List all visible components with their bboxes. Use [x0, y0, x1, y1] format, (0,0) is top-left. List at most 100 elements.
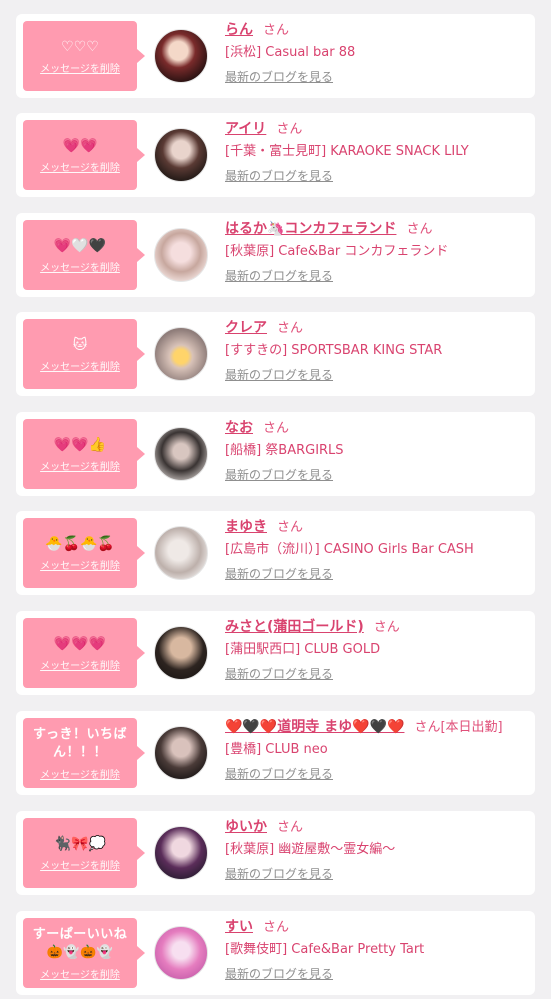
message-card: 💗💗💗 メッセージを削除 みさと(蒲田ゴールド) さん [蒲田駅西口] CLUB …: [16, 611, 535, 695]
delete-message-link[interactable]: メッセージを削除: [40, 60, 120, 75]
cast-name-link[interactable]: なお: [225, 420, 253, 436]
name-row: アイリ さん: [225, 119, 527, 139]
message-text: 🐈‍⬛🎀💭: [53, 835, 107, 852]
cast-info: まゆき さん [広島市（流川）] CASINO Girls Bar CASH 最新…: [225, 517, 527, 583]
latest-blog-link[interactable]: 最新のブログを見る: [225, 167, 333, 185]
avatar[interactable]: [154, 29, 208, 83]
latest-blog-link[interactable]: 最新のブログを見る: [225, 565, 333, 583]
message-card: すーぱーいいね🎃👻🎃👻 メッセージを削除 すい さん [歌舞伎町] Cafe&Ba…: [16, 911, 535, 995]
cast-name-link[interactable]: クレア: [225, 320, 267, 336]
message-text: 🐱: [72, 336, 88, 353]
message-bubble: すっき！いちばん！！！ メッセージを削除: [23, 718, 145, 788]
san-label: さん: [373, 620, 400, 635]
cast-info: ❤️🖤❤️道明寺 まゆ❤️🖤❤️ さん[本日出勤] [豊橋] CLUB neo 最…: [225, 717, 527, 783]
message-text: 🐣🍒🐣🍒: [45, 535, 115, 552]
message-text: 💗💗: [62, 137, 98, 154]
san-label: さん: [277, 520, 304, 535]
san-label: さん: [277, 321, 304, 336]
cast-name-link[interactable]: はるか🦄コンカフェランド: [225, 221, 396, 237]
cast-name-link[interactable]: すい: [225, 919, 253, 935]
san-label: さん: [263, 23, 290, 38]
cast-info: アイリ さん [千葉・富士見町] KARAOKE SNACK LILY 最新のブロ…: [225, 119, 527, 185]
avatar[interactable]: [154, 228, 208, 282]
name-row: ❤️🖤❤️道明寺 まゆ❤️🖤❤️ さん[本日出勤]: [225, 717, 527, 737]
latest-blog-link[interactable]: 最新のブログを見る: [225, 765, 333, 783]
delete-message-link[interactable]: メッセージを削除: [40, 766, 120, 781]
message-card: 🐱 メッセージを削除 クレア さん [すすきの] SPORTSBAR KING S…: [16, 312, 535, 396]
delete-message-link[interactable]: メッセージを削除: [40, 358, 120, 373]
shop-name: [千葉・富士見町] KARAOKE SNACK LILY: [225, 144, 469, 159]
delete-message-link[interactable]: メッセージを削除: [40, 159, 120, 174]
cast-name-link[interactable]: らん: [225, 22, 253, 38]
shop-name: [歌舞伎町] Cafe&Bar Pretty Tart: [225, 942, 425, 957]
shop-name: [広島市（流川）] CASINO Girls Bar CASH: [225, 542, 474, 557]
name-row: すい さん: [225, 917, 527, 937]
cast-name-link[interactable]: ゆいか: [225, 819, 267, 835]
message-text: すっき！いちばん！！！: [33, 726, 127, 760]
message-text: ♡♡♡: [61, 38, 99, 55]
avatar[interactable]: [154, 526, 208, 580]
name-row: ゆいか さん: [225, 817, 527, 837]
cast-name-link[interactable]: アイリ: [225, 121, 266, 137]
shop-name: [浜松] Casual bar 88: [225, 45, 356, 60]
name-row: みさと(蒲田ゴールド) さん: [225, 617, 527, 637]
avatar[interactable]: [154, 626, 208, 680]
latest-blog-link[interactable]: 最新のブログを見る: [225, 267, 333, 285]
message-text: 💗💗💗: [53, 635, 107, 652]
shop-name: [豊橋] CLUB neo: [225, 742, 328, 757]
cast-info: みさと(蒲田ゴールド) さん [蒲田駅西口] CLUB GOLD 最新のブログを見…: [225, 617, 527, 683]
latest-blog-link[interactable]: 最新のブログを見る: [225, 965, 333, 983]
message-bubble: 🐣🍒🐣🍒 メッセージを削除: [23, 518, 145, 588]
delete-message-link[interactable]: メッセージを削除: [40, 259, 120, 274]
cast-info: なお さん [船橋] 祭BARGIRLS 最新のブログを見る: [225, 418, 527, 484]
name-row: まゆき さん: [225, 517, 527, 537]
message-card: 💗💗👍 メッセージを削除 なお さん [船橋] 祭BARGIRLS 最新のブログを…: [16, 412, 535, 496]
delete-message-link[interactable]: メッセージを削除: [40, 557, 120, 572]
name-row: はるか🦄コンカフェランド さん: [225, 219, 527, 239]
message-bubble: 💗🤍🖤 メッセージを削除: [23, 220, 145, 290]
message-bubble: すーぱーいいね🎃👻🎃👻 メッセージを削除: [23, 918, 145, 988]
message-bubble: ♡♡♡ メッセージを削除: [23, 21, 145, 91]
san-label: さん: [263, 421, 290, 436]
message-bubble: 🐱 メッセージを削除: [23, 319, 145, 389]
cast-info: ゆいか さん [秋葉原] 幽遊屋敷〜霊女編〜 最新のブログを見る: [225, 817, 527, 883]
message-card: 🐣🍒🐣🍒 メッセージを削除 まゆき さん [広島市（流川）] CASINO Gir…: [16, 511, 535, 595]
message-text: 💗💗👍: [53, 436, 107, 453]
message-bubble: 💗💗 メッセージを削除: [23, 120, 145, 190]
cast-name-link[interactable]: みさと(蒲田ゴールド): [225, 619, 364, 635]
san-label: さん: [406, 222, 433, 237]
shop-name: [すすきの] SPORTSBAR KING STAR: [225, 343, 443, 358]
san-label: さん: [277, 820, 304, 835]
cast-name-link[interactable]: まゆき: [225, 519, 267, 535]
delete-message-link[interactable]: メッセージを削除: [40, 966, 120, 981]
avatar[interactable]: [154, 726, 208, 780]
avatar[interactable]: [154, 427, 208, 481]
cast-info: らん さん [浜松] Casual bar 88 最新のブログを見る: [225, 20, 527, 86]
avatar[interactable]: [154, 926, 208, 980]
cast-name-link[interactable]: ❤️🖤❤️道明寺 まゆ❤️🖤❤️: [225, 719, 404, 735]
latest-blog-link[interactable]: 最新のブログを見る: [225, 865, 333, 883]
delete-message-link[interactable]: メッセージを削除: [40, 458, 120, 473]
name-row: らん さん: [225, 20, 527, 40]
avatar[interactable]: [154, 826, 208, 880]
name-row: なお さん: [225, 418, 527, 438]
latest-blog-link[interactable]: 最新のブログを見る: [225, 466, 333, 484]
cast-info: はるか🦄コンカフェランド さん [秋葉原] Cafe&Bar コンカフェランド 最…: [225, 219, 527, 285]
latest-blog-link[interactable]: 最新のブログを見る: [225, 665, 333, 683]
avatar[interactable]: [154, 327, 208, 381]
message-text: 💗🤍🖤: [53, 237, 107, 254]
message-text: すーぱーいいね🎃👻🎃👻: [32, 926, 128, 960]
san-label: さん: [263, 920, 290, 935]
delete-message-link[interactable]: メッセージを削除: [40, 657, 120, 672]
delete-message-link[interactable]: メッセージを削除: [40, 857, 120, 872]
message-card: 🐈‍⬛🎀💭 メッセージを削除 ゆいか さん [秋葉原] 幽遊屋敷〜霊女編〜 最新の…: [16, 811, 535, 895]
message-card: ♡♡♡ メッセージを削除 らん さん [浜松] Casual bar 88 最新の…: [16, 14, 535, 98]
shop-name: [船橋] 祭BARGIRLS: [225, 443, 344, 458]
message-card: 💗💗 メッセージを削除 アイリ さん [千葉・富士見町] KARAOKE SNAC…: [16, 113, 535, 197]
shop-name: [蒲田駅西口] CLUB GOLD: [225, 642, 381, 657]
latest-blog-link[interactable]: 最新のブログを見る: [225, 68, 333, 86]
san-label: さん: [414, 720, 441, 735]
latest-blog-link[interactable]: 最新のブログを見る: [225, 366, 333, 384]
san-label: さん: [276, 122, 303, 137]
avatar[interactable]: [154, 128, 208, 182]
